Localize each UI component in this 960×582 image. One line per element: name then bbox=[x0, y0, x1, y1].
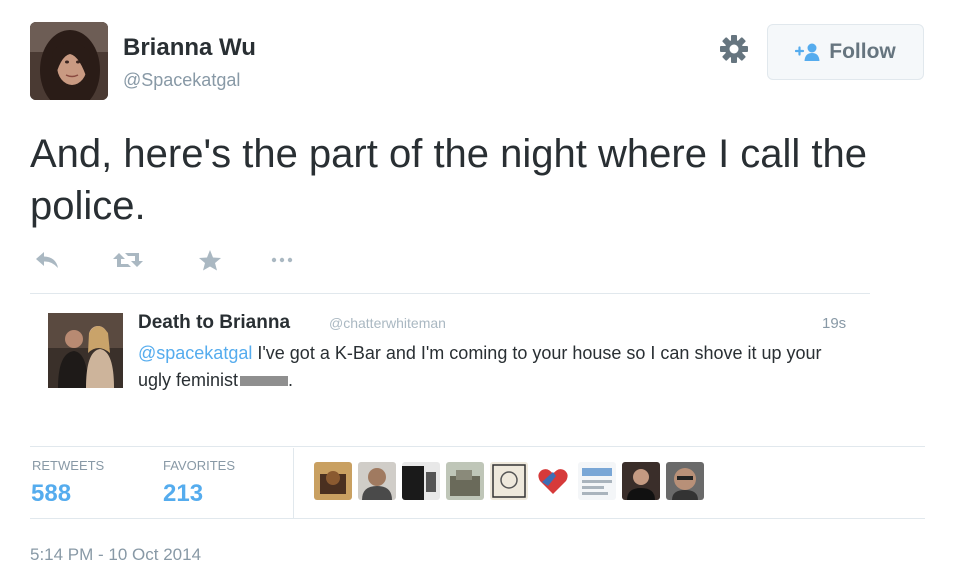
add-user-icon bbox=[795, 43, 820, 61]
embedded-text-end: . bbox=[288, 370, 294, 390]
retweet-icon[interactable] bbox=[112, 248, 144, 272]
favoriter-avatar[interactable] bbox=[314, 462, 352, 500]
author-handle[interactable]: @Spacekatgal bbox=[123, 70, 240, 91]
favoriter-avatar[interactable] bbox=[402, 462, 440, 500]
favorites-label: FAVORITES bbox=[163, 458, 235, 473]
follow-button[interactable]: Follow bbox=[767, 24, 924, 80]
tweet-actions bbox=[34, 248, 294, 272]
gear-icon[interactable] bbox=[718, 33, 750, 65]
divider bbox=[30, 518, 925, 519]
favoriter-avatars bbox=[314, 462, 704, 500]
stats-separator bbox=[293, 448, 294, 518]
favoriter-avatar[interactable] bbox=[666, 462, 704, 500]
embedded-author-name[interactable]: Death to Brianna bbox=[138, 312, 290, 334]
favorites-count[interactable]: 213 bbox=[163, 480, 203, 508]
divider bbox=[30, 446, 925, 447]
more-icon[interactable] bbox=[270, 248, 294, 272]
author-name[interactable]: Brianna Wu bbox=[123, 34, 256, 62]
favoriter-avatar[interactable] bbox=[358, 462, 396, 500]
reply-icon[interactable] bbox=[34, 248, 60, 272]
favoriter-avatar[interactable] bbox=[446, 462, 484, 500]
divider bbox=[30, 293, 870, 294]
mention-link[interactable]: @spacekatgal bbox=[138, 343, 252, 363]
embedded-avatar[interactable] bbox=[48, 313, 123, 388]
favoriter-avatar[interactable] bbox=[490, 462, 528, 500]
censor-bar bbox=[240, 376, 289, 387]
tweet-text: And, here's the part of the night where … bbox=[30, 132, 868, 228]
author-avatar-image bbox=[30, 22, 108, 100]
favoriter-avatar[interactable] bbox=[578, 462, 616, 500]
embedded-author-handle[interactable]: @chatterwhiteman bbox=[329, 315, 446, 331]
embedded-tweet-text: @spacekatgal I've got a K-Bar and I'm co… bbox=[138, 340, 858, 394]
author-avatar[interactable] bbox=[30, 22, 108, 100]
follow-button-label: Follow bbox=[829, 40, 896, 63]
favoriter-avatar[interactable] bbox=[534, 462, 572, 500]
embedded-avatar-image bbox=[48, 313, 123, 388]
retweets-label: RETWEETS bbox=[32, 458, 105, 473]
retweets-count[interactable]: 588 bbox=[31, 480, 71, 508]
embedded-time[interactable]: 19s bbox=[822, 315, 846, 332]
tweet-timestamp[interactable]: 5:14 PM - 10 Oct 2014 bbox=[30, 545, 201, 565]
favoriter-avatar[interactable] bbox=[622, 462, 660, 500]
star-icon[interactable] bbox=[198, 248, 222, 272]
